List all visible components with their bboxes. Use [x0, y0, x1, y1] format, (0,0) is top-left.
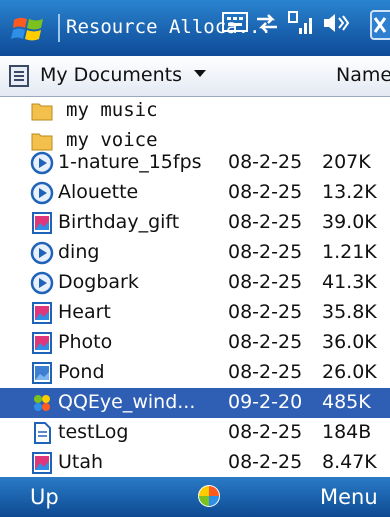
speaker-icon[interactable] — [322, 10, 350, 36]
file-size: 35.8K — [322, 301, 377, 323]
picture-icon — [32, 212, 52, 234]
file-date: 08-2-25 — [228, 421, 303, 443]
list-item[interactable]: Utah 08-2-25 8.47K — [0, 448, 390, 478]
list-item[interactable]: Alouette 08-2-25 13.2K — [0, 178, 390, 208]
file-size: 8.47K — [322, 451, 377, 473]
up-button[interactable]: Up — [30, 485, 59, 509]
file-date: 08-2-25 — [228, 301, 303, 323]
media-icon — [30, 271, 54, 295]
file-date: 08-2-25 — [228, 211, 303, 233]
file-size: 207K — [322, 151, 371, 173]
file-name: Heart — [58, 301, 111, 323]
file-size: 41.3K — [322, 271, 377, 293]
file-name: testLog — [58, 421, 129, 443]
windows-logo-icon[interactable] — [196, 483, 222, 509]
folder-name: my music — [66, 99, 158, 121]
title-separator — [58, 14, 60, 42]
file-date: 09-2-20 — [228, 391, 303, 413]
sync-arrows-icon[interactable] — [254, 10, 280, 36]
file-date: 08-2-25 — [228, 361, 303, 383]
signal-strength-icon[interactable] — [288, 10, 314, 38]
file-name: Pond — [58, 361, 105, 383]
file-name: 1-nature_15fps — [58, 151, 202, 173]
sort-by-button[interactable]: Name — [336, 64, 390, 86]
close-icon[interactable] — [370, 10, 390, 40]
documents-folder-icon — [9, 65, 29, 87]
chevron-down-icon[interactable] — [194, 70, 206, 77]
picture-icon — [32, 332, 52, 354]
list-item[interactable]: testLog 08-2-25 184B — [0, 418, 390, 448]
file-date: 08-2-25 — [228, 271, 303, 293]
file-name: Utah — [58, 451, 104, 473]
picture-icon — [32, 302, 52, 324]
keyboard-icon[interactable] — [222, 10, 248, 34]
media-icon — [30, 151, 54, 175]
file-date: 08-2-25 — [228, 181, 303, 203]
list-item[interactable]: Birthday_gift 08-2-25 39.0K — [0, 208, 390, 238]
list-item[interactable]: Heart 08-2-25 35.8K — [0, 298, 390, 328]
file-size: 13.2K — [322, 181, 377, 203]
document-icon — [34, 422, 51, 444]
folder-dropdown[interactable]: My Documents — [40, 64, 182, 86]
file-name: Birthday_gift — [58, 211, 180, 233]
list-item[interactable]: Pond 08-2-25 26.0K — [0, 358, 390, 388]
file-size: 184B — [322, 421, 372, 443]
file-name: QQEye_wind... — [58, 391, 196, 413]
folder-bar: My Documents Name — [0, 56, 390, 97]
softkey-bar: Up Menu — [0, 477, 390, 517]
file-date: 08-2-25 — [228, 451, 303, 473]
media-icon — [30, 241, 54, 265]
title-bar: Resource Alloca... — [0, 0, 390, 56]
file-date: 08-2-25 — [228, 151, 303, 173]
file-size: 39.0K — [322, 211, 377, 233]
file-name: Dogbark — [58, 271, 139, 293]
file-size: 485K — [322, 391, 371, 413]
picture-icon — [32, 452, 52, 474]
file-name: Alouette — [58, 181, 139, 203]
picture-icon — [32, 362, 52, 384]
list-item[interactable]: my music — [0, 96, 390, 126]
menu-button[interactable]: Menu — [320, 485, 378, 509]
file-name: Photo — [58, 331, 113, 353]
list-item[interactable]: ding 08-2-25 1.21K — [0, 238, 390, 268]
media-icon — [30, 181, 54, 205]
file-date: 08-2-25 — [228, 241, 303, 263]
file-name: ding — [58, 241, 100, 263]
file-date: 08-2-25 — [228, 331, 303, 353]
windows-flag-icon[interactable] — [10, 12, 50, 46]
file-size: 1.21K — [322, 241, 377, 263]
list-item[interactable]: Dogbark 08-2-25 41.3K — [0, 268, 390, 298]
executable-icon — [34, 395, 50, 411]
file-size: 26.0K — [322, 361, 377, 383]
list-item[interactable]: 1-nature_15fps 08-2-25 207K — [0, 148, 390, 178]
list-item[interactable]: Photo 08-2-25 36.0K — [0, 328, 390, 358]
list-item-selected[interactable]: QQEye_wind... 09-2-20 485K — [0, 388, 390, 418]
file-size: 36.0K — [322, 331, 377, 353]
folder-icon — [31, 103, 53, 121]
